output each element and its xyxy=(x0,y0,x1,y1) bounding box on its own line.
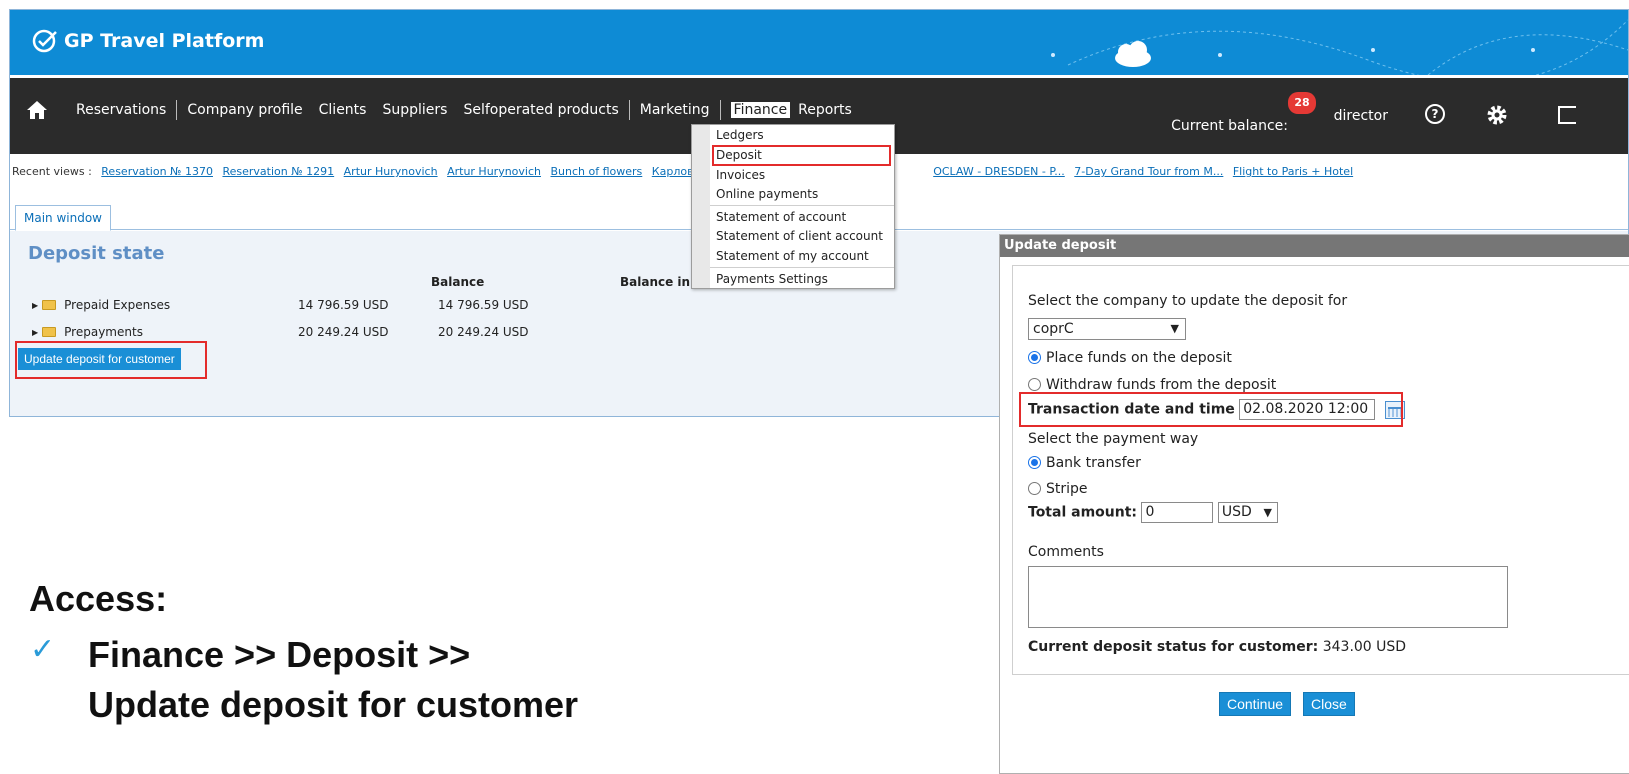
checkmark-icon: ✓ xyxy=(30,632,56,667)
network-decoration xyxy=(1051,19,1628,75)
recent-link[interactable]: Artur Hurynovich xyxy=(344,165,438,178)
stripe-label: Stripe xyxy=(1046,481,1088,497)
access-heading: Access: xyxy=(29,578,168,619)
notification-badge[interactable]: 28 xyxy=(1288,92,1316,114)
menu-gutter xyxy=(692,125,710,288)
recent-link[interactable]: Reservation № 1291 xyxy=(222,165,334,178)
comments-label: Comments xyxy=(1028,544,1104,560)
gear-icon[interactable] xyxy=(1486,104,1508,126)
payment-way-label: Select the payment way xyxy=(1028,431,1199,447)
recent-views: Recent views : Reservation № 1370 Reserv… xyxy=(12,165,1353,178)
brand-bar: GP Travel Platform xyxy=(10,10,1628,75)
app-title: GP Travel Platform xyxy=(64,30,265,52)
table-row[interactable]: ▶ Prepaid Expenses xyxy=(32,298,170,312)
highlight-frame xyxy=(15,341,207,379)
total-amount-row: Total amount: 0 USD ▼ xyxy=(1028,502,1278,523)
tab-main-window[interactable]: Main window xyxy=(15,205,111,231)
table-row[interactable]: ▶ Prepayments xyxy=(32,325,143,339)
dialog-form: Select the company to update the deposit… xyxy=(1012,265,1629,675)
column-header-balance: Balance xyxy=(431,275,485,289)
bank-transfer-radio[interactable] xyxy=(1028,456,1041,469)
menu-divider xyxy=(710,205,894,206)
withdraw-funds-radio[interactable] xyxy=(1028,378,1041,391)
bank-transfer-option[interactable]: Bank transfer xyxy=(1028,455,1141,471)
chevron-down-icon: ▼ xyxy=(1170,322,1179,335)
access-path-line-1: Finance >> Deposit >> xyxy=(88,634,471,675)
company-select[interactable]: coprC ▼ xyxy=(1028,318,1186,340)
menu-item-payments-settings[interactable]: Payments Settings xyxy=(716,272,828,286)
recent-views-label: Recent views : xyxy=(12,165,92,178)
bank-transfer-label: Bank transfer xyxy=(1046,455,1141,471)
row-balance: 20 249.24 USD xyxy=(438,325,529,339)
dialog-title: Update deposit xyxy=(1000,235,1629,257)
row-name: Prepayments xyxy=(64,325,143,339)
expand-arrow-icon[interactable]: ▶ xyxy=(32,328,38,337)
withdraw-funds-label: Withdraw funds from the deposit xyxy=(1046,377,1277,393)
check-circle-icon xyxy=(32,29,57,53)
expand-arrow-icon[interactable]: ▶ xyxy=(32,301,38,310)
row-name: Prepaid Expenses xyxy=(64,298,171,312)
recent-link[interactable]: OCLAW - DRESDEN - P... xyxy=(933,165,1065,178)
menu-item-ledgers[interactable]: Ledgers xyxy=(716,128,764,142)
recent-link[interactable]: Reservation № 1370 xyxy=(101,165,213,178)
help-icon[interactable]: ? xyxy=(1425,104,1445,124)
page-title: Deposit state xyxy=(28,243,165,264)
menu-item-statement-of-client-account[interactable]: Statement of client account xyxy=(716,229,883,243)
finance-dropdown-menu: Ledgers Deposit Invoices Online payments… xyxy=(691,124,895,289)
recent-link[interactable]: 7-Day Grand Tour from M... xyxy=(1074,165,1223,178)
deposit-status-row: Current deposit status for customer: 343… xyxy=(1028,639,1406,655)
highlight-frame xyxy=(712,145,891,166)
logout-icon[interactable] xyxy=(1558,106,1576,124)
current-balance-label: Current balance: xyxy=(1171,118,1288,134)
deposit-status-value: 343.00 USD xyxy=(1322,639,1407,655)
stripe-radio[interactable] xyxy=(1028,482,1041,495)
chevron-down-icon: ▼ xyxy=(1263,506,1272,519)
close-button[interactable]: Close xyxy=(1303,692,1355,716)
total-amount-label: Total amount: xyxy=(1028,504,1137,521)
comments-textarea[interactable] xyxy=(1028,566,1508,628)
menu-item-statement-of-account[interactable]: Statement of account xyxy=(716,210,846,224)
highlight-frame xyxy=(1019,392,1403,427)
total-amount-input[interactable]: 0 xyxy=(1141,502,1214,523)
menu-item-statement-of-my-account[interactable]: Statement of my account xyxy=(716,249,869,263)
row-amount: 20 249.24 USD xyxy=(298,325,389,339)
continue-button[interactable]: Continue xyxy=(1219,692,1292,716)
recent-link[interactable]: Artur Hurynovich xyxy=(447,165,541,178)
recent-link[interactable]: Bunch of flowers xyxy=(551,165,643,178)
place-funds-radio[interactable] xyxy=(1028,351,1041,364)
place-funds-option[interactable]: Place funds on the deposit xyxy=(1028,350,1232,366)
company-select-value: coprC xyxy=(1033,321,1074,337)
row-balance: 14 796.59 USD xyxy=(438,298,529,312)
folder-icon xyxy=(42,300,57,310)
select-company-label: Select the company to update the deposit… xyxy=(1028,293,1348,309)
folder-icon xyxy=(42,327,57,337)
deposit-status-label: Current deposit status for customer: xyxy=(1028,639,1319,655)
menu-item-invoices[interactable]: Invoices xyxy=(716,168,765,182)
currency-select[interactable]: USD ▼ xyxy=(1217,502,1278,523)
update-deposit-dialog: Update deposit Select the company to upd… xyxy=(999,234,1629,774)
place-funds-label: Place funds on the deposit xyxy=(1046,350,1232,366)
withdraw-funds-option[interactable]: Withdraw funds from the deposit xyxy=(1028,377,1276,393)
logo[interactable]: GP Travel Platform xyxy=(32,28,264,54)
currency-select-value: USD xyxy=(1221,504,1252,520)
stripe-option[interactable]: Stripe xyxy=(1028,481,1088,497)
menu-divider xyxy=(710,267,894,268)
user-name[interactable]: director xyxy=(1334,108,1388,124)
menu-item-online-payments[interactable]: Online payments xyxy=(716,187,818,201)
access-path-line-2: Update deposit for customer xyxy=(88,684,579,725)
recent-link[interactable]: Flight to Paris + Hotel xyxy=(1233,165,1353,178)
row-amount: 14 796.59 USD xyxy=(298,298,389,312)
